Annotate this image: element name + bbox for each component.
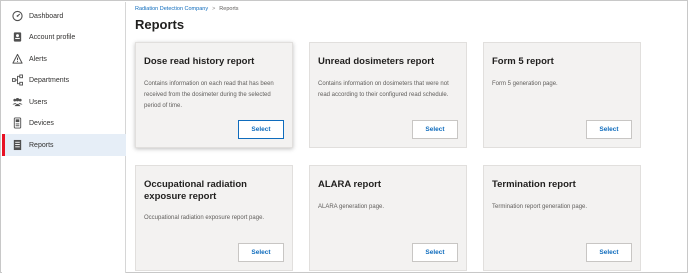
report-card-dose-read-history: Dose read history report Contains inform… (135, 42, 293, 148)
sidebar-item-label: Dashboard (29, 12, 64, 20)
sidebar-item-alerts[interactable]: Alerts (2, 48, 126, 70)
report-card-alara: ALARA report ALARA generation page. Sele… (309, 165, 467, 271)
id-card-icon (12, 32, 23, 43)
sidebar-item-account-profile[interactable]: Account profile (2, 26, 126, 48)
card-description: Termination report generation page. (492, 204, 588, 210)
breadcrumb-current: Reports (219, 6, 239, 12)
sidebar-item-reports[interactable]: Reports (2, 134, 126, 156)
sidebar-item-label: Departments (29, 76, 70, 84)
card-title: Dose read history report (144, 56, 255, 67)
sidebar: Dashboard Account profile Alerts Departm… (2, 2, 126, 273)
breadcrumb: Radiation Detection Company > Reports (135, 6, 239, 12)
report-icon (12, 139, 23, 151)
card-title: ALARA report (318, 179, 381, 190)
users-icon (12, 97, 23, 108)
sidebar-item-devices[interactable]: Devices (2, 112, 126, 134)
sidebar-item-users[interactable]: Users (2, 91, 126, 113)
card-description: ALARA generation page. (318, 204, 385, 210)
sidebar-item-label: Users (29, 98, 48, 106)
dosimeter-icon (12, 117, 23, 129)
sidebar-item-label: Reports (29, 141, 54, 149)
card-title: Occupational radiation exposure report (144, 179, 247, 202)
card-title: Unread dosimeters report (318, 56, 435, 67)
select-button[interactable]: Select (238, 120, 284, 139)
org-chart-icon (12, 74, 23, 86)
card-description: Contains information on dosimeters that … (318, 81, 449, 98)
report-card-termination: Termination report Termination report ge… (483, 165, 641, 271)
app-window: Dashboard Account profile Alerts Departm… (0, 0, 688, 273)
select-button[interactable]: Select (238, 243, 284, 262)
sidebar-item-label: Account profile (29, 33, 76, 41)
sidebar-item-dashboard[interactable]: Dashboard (2, 5, 126, 27)
card-description: Occupational radiation exposure report p… (144, 215, 265, 221)
warning-icon (12, 53, 23, 65)
breadcrumb-link-company[interactable]: Radiation Detection Company (135, 6, 208, 12)
select-button[interactable]: Select (412, 120, 458, 139)
breadcrumb-separator: > (212, 6, 216, 12)
card-title: Form 5 report (492, 56, 554, 67)
select-button[interactable]: Select (412, 243, 458, 262)
card-title: Termination report (492, 179, 576, 190)
gauge-icon (12, 10, 23, 22)
select-button[interactable]: Select (586, 120, 632, 139)
report-card-unread-dosimeters: Unread dosimeters report Contains inform… (309, 42, 467, 148)
report-card-occupational-radiation-exposure: Occupational radiation exposure report O… (135, 165, 293, 271)
sidebar-item-label: Alerts (29, 55, 47, 63)
select-button[interactable]: Select (586, 243, 632, 262)
report-card-form-5: Form 5 report Form 5 generation page. Se… (483, 42, 641, 148)
sidebar-item-label: Devices (29, 119, 54, 127)
main-content: Radiation Detection Company > Reports Re… (127, 2, 686, 271)
sidebar-item-departments[interactable]: Departments (2, 69, 126, 91)
page-title: Reports (135, 17, 185, 32)
card-description: Form 5 generation page. (492, 81, 558, 87)
card-description: Contains information on each read that h… (144, 81, 274, 109)
